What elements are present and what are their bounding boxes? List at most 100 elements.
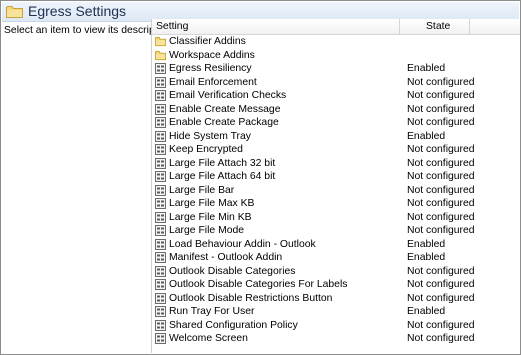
setting-state: Not configured xyxy=(407,117,475,128)
settings-list[interactable]: Setting State Classifier Addins Workspace… xyxy=(151,19,520,353)
setting-row[interactable]: Load Behaviour Addin - Outlook Enabled xyxy=(152,238,520,252)
setting-row[interactable]: Email Verification Checks Not configured xyxy=(152,89,520,103)
window-title: Egress Settings xyxy=(28,3,127,19)
setting-state: Not configured xyxy=(407,184,475,196)
setting-name: Shared Configuration Policy xyxy=(169,319,298,331)
setting-name: Email Enforcement xyxy=(169,76,257,88)
setting-state: Not configured xyxy=(407,171,475,182)
setting-name: Welcome Screen xyxy=(169,333,248,344)
description-text: Select an item to view its description. xyxy=(4,25,175,36)
setting-state: Not configured xyxy=(407,76,475,88)
setting-state: Not configured xyxy=(407,292,475,304)
setting-state: Not configured xyxy=(407,103,475,115)
setting-name: Outlook Disable Categories xyxy=(169,265,296,277)
policy-setting-icon xyxy=(155,333,166,344)
setting-name: Enable Create Message xyxy=(169,103,281,115)
setting-row[interactable]: Email Enforcement Not configured xyxy=(152,76,520,90)
policy-setting-icon xyxy=(155,252,166,263)
setting-row[interactable]: Welcome Screen Not configured xyxy=(152,332,520,346)
setting-name: Manifest - Outlook Addin xyxy=(169,252,283,263)
policy-setting-icon xyxy=(155,225,166,236)
setting-state: Not configured xyxy=(407,144,475,155)
column-header-bar: Setting State xyxy=(152,19,520,35)
setting-state: Not configured xyxy=(407,90,475,101)
folder-icon xyxy=(155,50,166,60)
setting-row[interactable]: Keep Encrypted Not configured xyxy=(152,143,520,157)
setting-name: Keep Encrypted xyxy=(169,144,243,155)
setting-row[interactable]: Large File Max KB Not configured xyxy=(152,197,520,211)
policy-setting-icon xyxy=(155,76,166,88)
folder-row[interactable]: Workspace Addins xyxy=(152,49,520,63)
setting-state: Not configured xyxy=(407,225,475,236)
setting-state: Not configured xyxy=(407,265,475,277)
column-header-empty xyxy=(470,19,520,34)
setting-state: Enabled xyxy=(407,238,446,250)
setting-name: Load Behaviour Addin - Outlook xyxy=(169,238,316,250)
setting-state: Enabled xyxy=(407,130,446,142)
setting-row[interactable]: Large File Bar Not configured xyxy=(152,184,520,198)
setting-row[interactable]: Outlook Disable Restrictions Button Not c… xyxy=(152,292,520,306)
policy-setting-icon xyxy=(155,306,166,317)
policy-setting-icon xyxy=(155,265,166,277)
policy-setting-icon xyxy=(155,90,166,101)
policy-setting-icon xyxy=(155,238,166,250)
setting-row[interactable]: Large File Attach 64 bit Not configured xyxy=(152,170,520,184)
setting-name: Large File Min KB xyxy=(169,211,252,223)
policy-setting-icon xyxy=(155,63,166,74)
setting-name: Outlook Disable Restrictions Button xyxy=(169,292,333,304)
policy-setting-icon xyxy=(155,144,166,155)
policy-setting-icon xyxy=(155,103,166,115)
setting-row[interactable]: Large File Mode Not configured xyxy=(152,224,520,238)
column-header-setting[interactable]: Setting xyxy=(152,19,400,34)
setting-row[interactable]: Egress Resiliency Enabled xyxy=(152,62,520,76)
setting-row[interactable]: Hide System Tray Enabled xyxy=(152,130,520,144)
setting-name: Large File Bar xyxy=(169,184,235,196)
policy-setting-icon xyxy=(155,117,166,128)
setting-row[interactable]: Outlook Disable Categories For Labels Not… xyxy=(152,278,520,292)
setting-state: Not configured xyxy=(407,211,475,223)
folder-icon xyxy=(155,36,166,47)
setting-name: Classifier Addins xyxy=(169,36,246,47)
policy-setting-icon xyxy=(155,279,166,290)
policy-editor-window: Egress Settings Select an item to view i… xyxy=(0,0,521,355)
setting-row[interactable]: Outlook Disable Categories Not configured xyxy=(152,265,520,279)
setting-name: Large File Max KB xyxy=(169,198,255,209)
setting-state: Enabled xyxy=(407,252,446,263)
setting-name: Large File Attach 32 bit xyxy=(169,157,276,169)
folder-row[interactable]: Classifier Addins xyxy=(152,35,520,49)
setting-row[interactable]: Enable Create Message Not configured xyxy=(152,103,520,117)
setting-name: Large File Mode xyxy=(169,225,245,236)
policy-setting-icon xyxy=(155,171,166,182)
folder-icon xyxy=(6,6,23,18)
setting-name: Egress Resiliency xyxy=(169,63,252,74)
policy-setting-icon xyxy=(155,211,166,223)
setting-name: Email Verification Checks xyxy=(169,90,287,101)
policy-setting-icon xyxy=(155,184,166,196)
setting-row[interactable]: Shared Configuration Policy Not configure… xyxy=(152,319,520,333)
setting-name: Hide System Tray xyxy=(169,130,251,142)
policy-setting-icon xyxy=(155,157,166,169)
setting-row[interactable]: Manifest - Outlook Addin Enabled xyxy=(152,251,520,265)
setting-name: Outlook Disable Categories For Labels xyxy=(169,279,348,290)
setting-state: Not configured xyxy=(407,333,475,344)
setting-state: Enabled xyxy=(407,306,446,317)
setting-name: Workspace Addins xyxy=(169,49,255,61)
setting-state: Not configured xyxy=(407,279,475,290)
policy-setting-icon xyxy=(155,130,166,142)
setting-state: Enabled xyxy=(407,63,446,74)
setting-name: Large File Attach 64 bit xyxy=(169,171,276,182)
setting-state: Not configured xyxy=(407,319,475,331)
setting-state: Not configured xyxy=(407,198,475,209)
setting-name: Enable Create Package xyxy=(169,117,279,128)
policy-setting-icon xyxy=(155,319,166,331)
policy-setting-icon xyxy=(155,198,166,209)
setting-row[interactable]: Large File Attach 32 bit Not configured xyxy=(152,157,520,171)
setting-row[interactable]: Large File Min KB Not configured xyxy=(152,211,520,225)
setting-state: Not configured xyxy=(407,157,475,169)
column-header-state[interactable]: State xyxy=(400,19,470,34)
setting-name: Run Tray For User xyxy=(169,306,255,317)
description-pane: Select an item to view its description. xyxy=(2,22,174,353)
setting-row[interactable]: Run Tray For User Enabled xyxy=(152,305,520,319)
policy-setting-icon xyxy=(155,292,166,304)
setting-row[interactable]: Enable Create Package Not configured xyxy=(152,116,520,130)
